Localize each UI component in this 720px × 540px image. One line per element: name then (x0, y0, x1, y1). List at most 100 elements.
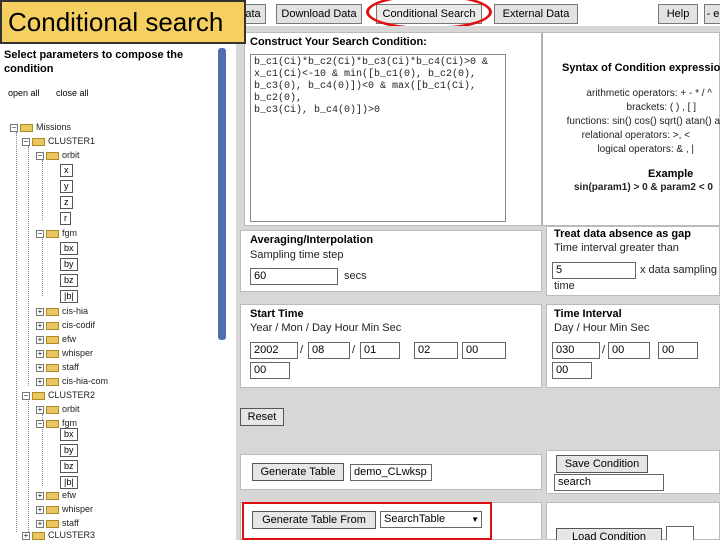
folder-icon (32, 391, 45, 400)
tree-orbit[interactable]: − orbit (36, 150, 80, 160)
folder-icon (46, 349, 59, 358)
tree-label: fgm (62, 418, 78, 428)
expand-icon[interactable]: + (36, 321, 44, 330)
example-title: Example (648, 168, 694, 180)
tree-leaf-bx[interactable]: bx (60, 242, 78, 255)
tree-leaf-bz[interactable]: bz (60, 274, 78, 287)
interval-min-input[interactable]: 00 (658, 342, 698, 359)
tree-cluster1[interactable]: − CLUSTER1 (22, 136, 95, 146)
start-year-input[interactable]: 2002 (250, 342, 298, 359)
start-day-input[interactable]: 01 (360, 342, 400, 359)
tree-staff[interactable]: + staff (36, 362, 79, 372)
tree-leaf-c2-bz[interactable]: bz (60, 460, 78, 473)
tree-cis-codif[interactable]: + cis-codif (36, 320, 95, 330)
tree-leaf-b[interactable]: |b| (60, 290, 78, 303)
tree-c2-whisper[interactable]: + whisper (36, 504, 93, 514)
tree-efw[interactable]: + efw (36, 334, 76, 344)
tree-label: staff (62, 362, 79, 372)
interval-sec-input[interactable]: 00 (552, 362, 592, 379)
highlight-rectangle (242, 502, 492, 540)
tree-leaf-x[interactable]: x (60, 164, 73, 177)
tree-label: CLUSTER1 (48, 136, 96, 146)
collapse-icon[interactable]: − (36, 151, 44, 160)
condition-textarea[interactable]: b_c1(Ci)*b_c2(Ci)*b_c3(Ci)*b_c4(Ci)>0 & … (250, 54, 506, 222)
collapse-icon[interactable]: − (22, 137, 30, 146)
screen: ata Download Data Conditional Search Ext… (0, 0, 720, 540)
sep-1: / (300, 344, 304, 356)
tree-c2-efw[interactable]: + efw (36, 490, 76, 500)
folder-icon (46, 321, 59, 330)
expand-icon[interactable]: + (22, 531, 30, 540)
start-time-header: Year / Mon / Day Hour Min Sec (250, 322, 402, 334)
tab-help[interactable]: Help (658, 4, 698, 24)
collapse-icon[interactable]: − (36, 419, 44, 428)
tree-leaf-c2-bx[interactable]: bx (60, 428, 78, 441)
tab-partial-right[interactable]: - e (704, 4, 720, 24)
gap-input[interactable]: 5 (552, 262, 636, 279)
tree-c2-staff[interactable]: + staff (36, 518, 79, 528)
tree-leaf-c2-b[interactable]: |b| (60, 476, 78, 489)
expand-icon[interactable]: + (36, 335, 44, 344)
gap-line3: time (554, 280, 575, 292)
sampling-input[interactable]: 60 (250, 268, 338, 285)
syntax-title: Syntax of Condition expressio (562, 62, 720, 74)
expand-icon[interactable]: + (36, 491, 44, 500)
collapse-icon[interactable]: − (36, 229, 44, 238)
load-condition-select[interactable] (666, 526, 694, 540)
tree-cluster2[interactable]: − CLUSTER2 (22, 390, 95, 400)
expand-icon[interactable]: + (36, 377, 44, 386)
tree-cis-hia[interactable]: + cis-hia (36, 306, 88, 316)
tree-cis-hia-com[interactable]: + cis-hia-com (36, 376, 108, 386)
tree-c2-fgm[interactable]: − fgm (36, 418, 77, 428)
expand-icon[interactable]: + (36, 505, 44, 514)
folder-icon (46, 405, 59, 414)
tree-fgm[interactable]: − fgm (36, 228, 77, 238)
example-text: sin(param1) > 0 & param2 < 0 (574, 182, 713, 193)
save-name-input[interactable]: search (554, 474, 664, 491)
tree-whisper[interactable]: + whisper (36, 348, 93, 358)
expand-icon[interactable]: + (36, 405, 44, 414)
tree-leaf-z[interactable]: z (60, 196, 73, 209)
tree-line (28, 146, 29, 386)
folder-icon (46, 419, 59, 428)
tree-leaf-c2-by[interactable]: by (60, 444, 78, 457)
tree-c2-orbit[interactable]: + orbit (36, 404, 80, 414)
folder-icon (46, 307, 59, 316)
tree-line (28, 396, 29, 536)
tree-label: orbit (62, 404, 80, 414)
expand-icon[interactable]: + (36, 363, 44, 372)
generate-table-button[interactable]: Generate Table (252, 463, 344, 481)
tree-leaf-by[interactable]: by (60, 258, 78, 271)
expand-icon[interactable]: + (36, 519, 44, 528)
reset-button[interactable]: Reset (240, 408, 284, 426)
start-month-input[interactable]: 08 (308, 342, 350, 359)
open-all-link[interactable]: open all (8, 88, 40, 98)
interval-day-input[interactable]: 030 (552, 342, 600, 359)
sep-3: / (602, 344, 606, 356)
collapse-icon[interactable]: − (10, 123, 18, 132)
start-min-input[interactable]: 00 (462, 342, 506, 359)
close-all-link[interactable]: close all (56, 88, 89, 98)
tree-label: CLUSTER3 (48, 530, 96, 540)
save-condition-button[interactable]: Save Condition (556, 455, 648, 473)
tree-line (42, 160, 43, 220)
start-hour-input[interactable]: 02 (414, 342, 458, 359)
tab-download-data[interactable]: Download Data (276, 4, 362, 24)
tab-external-data[interactable]: External Data (494, 4, 578, 24)
left-scrollbar[interactable] (218, 48, 226, 340)
tree-missions[interactable]: − Missions (10, 122, 71, 132)
tree-leaf-r[interactable]: r (60, 212, 71, 225)
interval-header: Day / Hour Min Sec (554, 322, 650, 334)
expand-icon[interactable]: + (36, 349, 44, 358)
tree-label: fgm (62, 228, 78, 238)
tree-cluster3[interactable]: + CLUSTER3 (22, 530, 95, 540)
load-condition-button[interactable]: Load Condition (556, 528, 662, 540)
start-sec-input[interactable]: 00 (250, 362, 290, 379)
tree-label: cis-hia-com (62, 376, 109, 386)
collapse-icon[interactable]: − (22, 391, 30, 400)
tree-leaf-y[interactable]: y (60, 180, 73, 193)
tree-label: orbit (62, 150, 80, 160)
table-name-input[interactable]: demo_CLwksp (350, 464, 432, 481)
interval-hour-input[interactable]: 00 (608, 342, 650, 359)
expand-icon[interactable]: + (36, 307, 44, 316)
